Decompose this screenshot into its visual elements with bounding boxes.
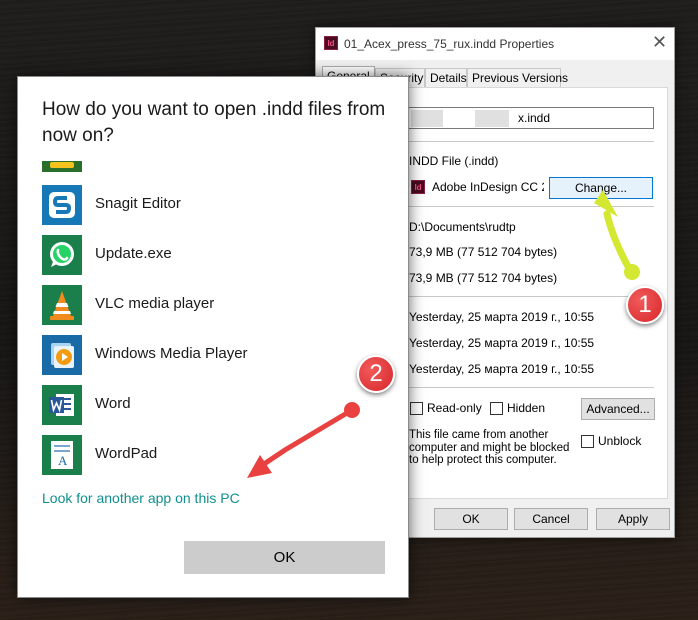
- annotation-arrow-1: [594, 190, 640, 280]
- step-badge-2: 2: [357, 355, 395, 393]
- step-badge-1: 1: [626, 286, 664, 324]
- annotation-arrows: [247, 190, 640, 478]
- annotation-arrow-2: [247, 402, 360, 478]
